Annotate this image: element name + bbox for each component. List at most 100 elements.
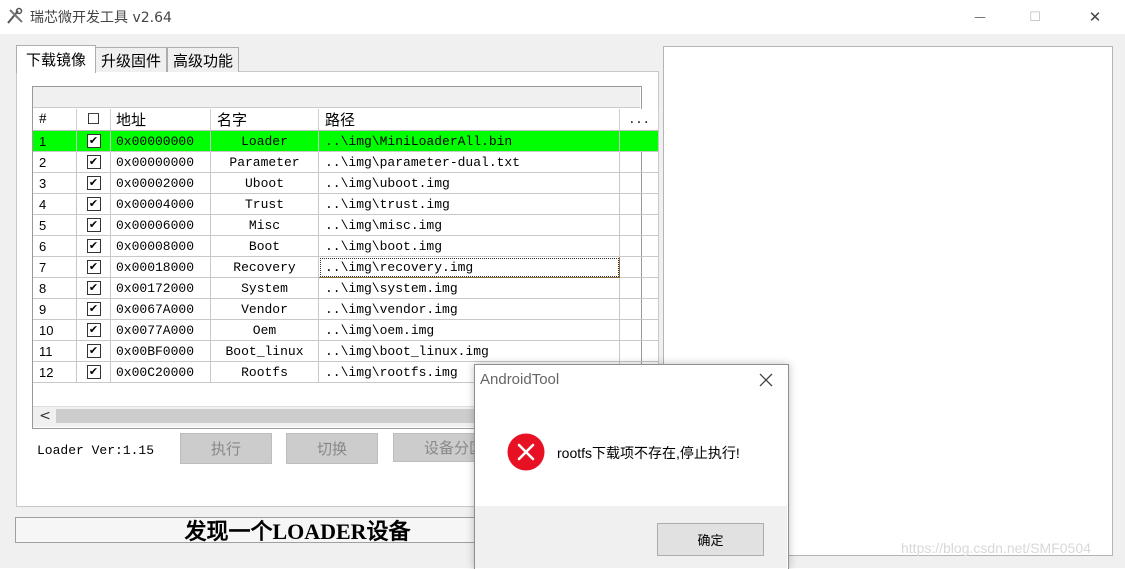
table-row[interactable]: 3 ✔ 0x00002000 Uboot ..\img\uboot.img	[33, 172, 659, 194]
table-row[interactable]: 11 ✔ 0x00BF0000 Boot_linux ..\img\boot_linux…	[33, 340, 659, 362]
row-checkbox[interactable]: ✔	[76, 235, 111, 257]
checkbox[interactable]: ✔	[86, 155, 101, 170]
run-button[interactable]: 执行	[180, 433, 272, 464]
partition-table[interactable]: # ☐ 地址 名字 路径 ... 1 ✔ 0x00000000 Loader ..\im…	[33, 109, 659, 383]
row-name[interactable]: Recovery	[210, 256, 319, 278]
row-name[interactable]: Boot	[210, 235, 319, 257]
table-row[interactable]: 2 ✔ 0x00000000 Parameter ..\img\parameter-du…	[33, 151, 659, 173]
row-index[interactable]: 5	[33, 214, 77, 236]
row-path[interactable]: ..\img\recovery.img	[318, 256, 620, 278]
row-index[interactable]: 8	[33, 277, 77, 299]
row-more[interactable]	[619, 340, 659, 362]
row-address[interactable]: 0x00000000	[110, 130, 211, 152]
row-name[interactable]: Rootfs	[210, 361, 319, 383]
row-index[interactable]: 11	[33, 340, 77, 362]
row-name[interactable]: Loader	[210, 130, 319, 152]
tab-download-image[interactable]: 下载镜像	[16, 45, 96, 73]
row-checkbox[interactable]: ✔	[76, 340, 111, 362]
row-path[interactable]: ..\img\system.img	[318, 277, 620, 299]
row-more[interactable]	[619, 235, 659, 257]
row-name[interactable]: Trust	[210, 193, 319, 215]
row-name[interactable]: Uboot	[210, 172, 319, 194]
table-row[interactable]: 8 ✔ 0x00172000 System ..\img\system.img	[33, 277, 659, 299]
row-name[interactable]: Vendor	[210, 298, 319, 320]
row-address[interactable]: 0x00172000	[110, 277, 211, 299]
scrollbar-thumb[interactable]	[56, 409, 476, 423]
row-path[interactable]: ..\img\MiniLoaderAll.bin	[318, 130, 620, 152]
header-more[interactable]: ...	[619, 109, 659, 131]
row-path[interactable]: ..\img\vendor.img	[318, 298, 620, 320]
row-address[interactable]: 0x00C20000	[110, 361, 211, 383]
checkbox[interactable]: ✔	[86, 302, 101, 317]
row-more[interactable]	[619, 193, 659, 215]
row-index[interactable]: 9	[33, 298, 77, 320]
row-name[interactable]: Oem	[210, 319, 319, 341]
row-checkbox[interactable]: ✔	[76, 319, 111, 341]
row-address[interactable]: 0x00018000	[110, 256, 211, 278]
dialog-close-icon[interactable]	[756, 370, 776, 390]
minimize-button[interactable]: —	[957, 0, 1003, 34]
header-index[interactable]: #	[33, 109, 77, 131]
checkbox[interactable]: ✔	[86, 134, 101, 149]
close-button[interactable]: ✕	[1072, 0, 1118, 34]
row-path[interactable]: ..\img\trust.img	[318, 193, 620, 215]
row-path[interactable]: ..\img\boot_linux.img	[318, 340, 620, 362]
row-address[interactable]: 0x0077A000	[110, 319, 211, 341]
row-name[interactable]: Boot_linux	[210, 340, 319, 362]
row-index[interactable]: 2	[33, 151, 77, 173]
row-checkbox[interactable]: ✔	[76, 298, 111, 320]
row-checkbox[interactable]: ✔	[76, 214, 111, 236]
checkbox[interactable]: ✔	[86, 281, 101, 296]
row-checkbox[interactable]: ✔	[76, 256, 111, 278]
row-index[interactable]: 1	[33, 130, 77, 152]
table-row[interactable]: 10 ✔ 0x0077A000 Oem ..\img\oem.img	[33, 319, 659, 341]
checkbox[interactable]: ✔	[86, 218, 101, 233]
table-row[interactable]: 6 ✔ 0x00008000 Boot ..\img\boot.img	[33, 235, 659, 257]
row-address[interactable]: 0x0067A000	[110, 298, 211, 320]
row-address[interactable]: 0x00006000	[110, 214, 211, 236]
row-more[interactable]	[619, 172, 659, 194]
table-row[interactable]: 1 ✔ 0x00000000 Loader ..\img\MiniLoaderAll.b…	[33, 130, 659, 152]
checkbox[interactable]: ✔	[86, 197, 101, 212]
header-path[interactable]: 路径	[318, 109, 620, 131]
row-more[interactable]	[619, 277, 659, 299]
tab-advanced-functions[interactable]: 高级功能	[167, 47, 239, 72]
row-address[interactable]: 0x00BF0000	[110, 340, 211, 362]
row-index[interactable]: 4	[33, 193, 77, 215]
row-checkbox[interactable]: ✔	[76, 151, 111, 173]
table-row[interactable]: 9 ✔ 0x0067A000 Vendor ..\img\vendor.img	[33, 298, 659, 320]
checkbox[interactable]: ✔	[86, 239, 101, 254]
row-checkbox[interactable]: ✔	[76, 172, 111, 194]
ok-button[interactable]: 确定	[657, 523, 764, 556]
row-address[interactable]: 0x00008000	[110, 235, 211, 257]
checkbox[interactable]: ✔	[86, 260, 101, 275]
row-path[interactable]: ..\img\uboot.img	[318, 172, 620, 194]
row-index[interactable]: 10	[33, 319, 77, 341]
row-more[interactable]	[619, 151, 659, 173]
switch-button[interactable]: 切换	[286, 433, 378, 464]
checkbox[interactable]: ✔	[86, 365, 101, 380]
maximize-button[interactable]: ☐	[1012, 0, 1058, 34]
checkbox[interactable]: ✔	[86, 323, 101, 338]
row-checkbox[interactable]: ✔	[76, 193, 111, 215]
row-checkbox[interactable]: ✔	[76, 277, 111, 299]
row-name[interactable]: Misc	[210, 214, 319, 236]
row-checkbox[interactable]: ✔	[76, 130, 111, 152]
tab-upgrade-firmware[interactable]: 升级固件	[95, 47, 167, 72]
checkbox[interactable]: ✔	[86, 176, 101, 191]
row-address[interactable]: 0x00004000	[110, 193, 211, 215]
table-row[interactable]: 5 ✔ 0x00006000 Misc ..\img\misc.img	[33, 214, 659, 236]
row-index[interactable]: 12	[33, 361, 77, 383]
row-more[interactable]	[619, 319, 659, 341]
row-path[interactable]: ..\img\parameter-dual.txt	[318, 151, 620, 173]
row-name[interactable]: Parameter	[210, 151, 319, 173]
row-index[interactable]: 3	[33, 172, 77, 194]
table-row[interactable]: 4 ✔ 0x00004000 Trust ..\img\trust.img	[33, 193, 659, 215]
header-check[interactable]: ☐	[76, 109, 111, 131]
checkbox[interactable]: ✔	[86, 344, 101, 359]
row-index[interactable]: 7	[33, 256, 77, 278]
header-address[interactable]: 地址	[110, 109, 211, 131]
row-index[interactable]: 6	[33, 235, 77, 257]
row-checkbox[interactable]: ✔	[76, 361, 111, 383]
scroll-left-icon[interactable]: <	[36, 407, 54, 425]
